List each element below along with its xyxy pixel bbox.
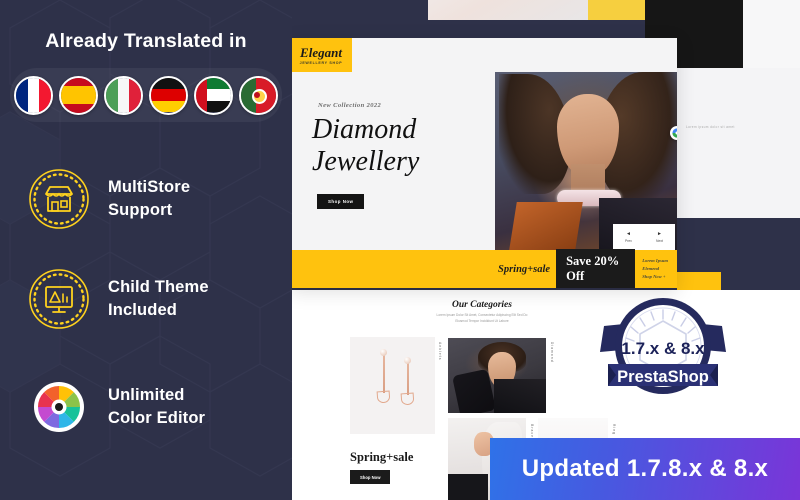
monitor-code-icon	[28, 268, 90, 330]
hero-title-line2: Jewellery	[312, 145, 420, 177]
bracelet-shadow	[448, 474, 488, 500]
earring-heart-right	[400, 392, 415, 406]
category-side-label-diamond: Diamond	[550, 342, 554, 363]
flag-spain-icon	[59, 75, 98, 115]
earring-chain-left	[383, 353, 385, 393]
top-fragment-yellow-panel: Dia	[588, 0, 645, 20]
feature-child-theme: Child Theme Included	[28, 262, 280, 336]
hero-slider-nav[interactable]: ◄ Prev ► Next	[613, 224, 675, 250]
flag-portugal-icon	[239, 75, 278, 115]
feature-child-theme-line2: Included	[108, 301, 178, 319]
hero-model-photo: ◄ Prev ► Next	[495, 72, 677, 250]
flag-germany-icon	[149, 75, 188, 115]
hero-slider-prev[interactable]: ◄ Prev	[625, 230, 632, 243]
chevron-left-icon: ◄	[626, 230, 631, 237]
feature-color-editor-line2: Color Editor	[108, 409, 206, 427]
promo-strip-spring: Spring+sale	[498, 263, 551, 275]
promo-strip-note: Lorem Ipsum Elemend Shop Now +	[642, 257, 677, 280]
hero-slider-next-label: Next	[656, 238, 663, 243]
hero-title: Diamond Jewellery	[312, 114, 492, 178]
feature-color-editor: Unlimited Color Editor	[28, 370, 280, 444]
storefront-icon	[28, 168, 90, 230]
earring-stud-left	[380, 349, 387, 356]
feature-multistore-line1: MultiStore	[108, 177, 191, 196]
hero-shop-now-button[interactable]: Shop Now	[317, 194, 365, 209]
top-fragment-white-panel	[743, 0, 800, 68]
category-side-label-anklets: Anklets	[438, 342, 442, 361]
store-logo[interactable]: Elegant JEWELLERY SHOP	[290, 38, 352, 72]
page-headline: Already Translated in	[45, 30, 247, 52]
earring-chain-right	[407, 361, 409, 395]
store-logo-name: Elegant	[300, 44, 342, 60]
feature-multistore: MultiStore Support	[28, 162, 280, 236]
translated-languages-pill	[10, 68, 282, 122]
prestashop-version-badge: 1.7.x & 8.x PrestaShop	[598, 294, 728, 404]
badge-platform-text: PrestaShop	[617, 368, 709, 386]
promo-banner-canvas: Dia Lorem ipsum dolor sit amet Jewelry D…	[0, 0, 800, 500]
chevron-right-icon: ►	[657, 230, 662, 237]
feature-multistore-label: MultiStore Support	[108, 176, 190, 223]
preview-panel-light	[677, 68, 800, 218]
theme-preview-collage: Dia Lorem ipsum dolor sit amet Jewelry D…	[288, 0, 800, 500]
earring-stud-right	[404, 357, 411, 364]
feature-multistore-line2: Support	[108, 201, 173, 219]
features-sidebar: Already Translated in MultiStore Support…	[0, 0, 292, 500]
category-side-label-ring: Ring	[612, 424, 616, 436]
color-wheel-icon	[28, 376, 90, 438]
earring-heart-left	[376, 390, 391, 404]
feature-child-theme-line1: Child Theme	[108, 277, 209, 296]
promo-strip-note-line2[interactable]: Shop Now +	[642, 273, 677, 281]
feature-child-theme-label: Child Theme Included	[108, 276, 209, 323]
product-tile-label: Spring+sale	[350, 450, 414, 464]
product-tile-shop-button[interactable]: Shop Now	[350, 470, 391, 484]
feature-color-editor-line1: Unlimited	[108, 385, 185, 404]
hero-text-column: New Collection 2022 Diamond Jewellery Sh…	[290, 72, 495, 250]
hero-model-velvet-jacket	[509, 202, 583, 250]
model-jacket	[494, 379, 546, 413]
store-logo-subtitle: JEWELLERY SHOP	[299, 60, 343, 65]
hero-eyebrow: New Collection 2022	[318, 102, 382, 109]
hero-preview-card[interactable]: Elegant JEWELLERY SHOP New Collection 20…	[290, 38, 677, 288]
updated-version-text: Updated 1.7.8.x & 8.x	[521, 455, 769, 482]
promo-strip-note-line1: Lorem Ipsum Elemend	[642, 258, 668, 272]
hero-slider-next[interactable]: ► Next	[656, 230, 663, 243]
preview-panel-caption: Lorem ipsum dolor sit amet	[686, 125, 735, 129]
top-fragment-image	[428, 0, 588, 20]
color-picker-icon[interactable]	[670, 126, 677, 140]
feature-color-editor-label: Unlimited Color Editor	[108, 384, 205, 431]
flag-uae-icon	[194, 75, 233, 115]
updated-version-banner: Updated 1.7.8.x & 8.x	[490, 438, 800, 500]
promo-strip-save-badge: Save 20% Off	[556, 249, 636, 288]
hero-title-line1: Diamond	[312, 114, 417, 145]
promo-strip: Spring+sale Save 20% Off Lorem Ipsum Ele…	[290, 249, 677, 288]
product-tile-earrings[interactable]	[350, 337, 435, 434]
flag-france-icon	[14, 75, 53, 115]
flag-italy-icon	[104, 75, 143, 115]
category-tile-model[interactable]	[448, 338, 546, 413]
badge-version-text: 1.7.x & 8.x	[621, 339, 705, 358]
hero-slider-prev-label: Prev	[625, 238, 632, 243]
